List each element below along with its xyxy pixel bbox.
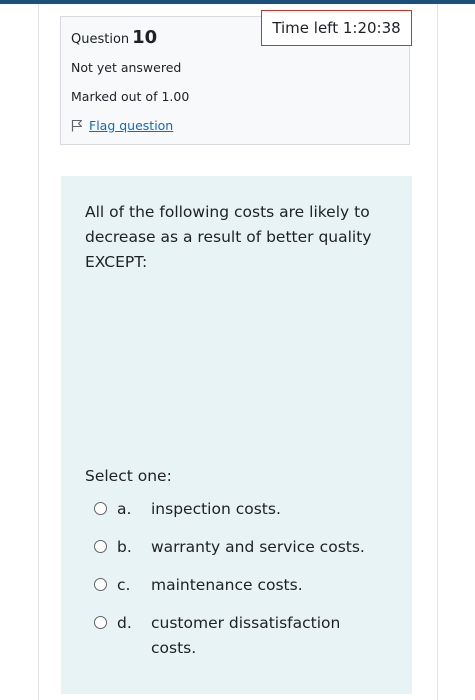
option-letter: c.	[117, 576, 131, 594]
option-letter: b.	[117, 538, 132, 556]
option-text: maintenance costs.	[151, 576, 303, 594]
question-number: Question 10	[71, 27, 157, 48]
radio-button[interactable]	[94, 540, 107, 553]
question-state: Not yet answered	[71, 60, 182, 75]
time-left-indicator: Time left 1:20:38	[261, 10, 412, 46]
radio-button[interactable]	[94, 578, 107, 591]
question-grade: Marked out of 1.00	[71, 89, 190, 104]
flag-outline-icon	[71, 119, 83, 132]
question-label: Question	[71, 32, 130, 47]
option-letter: d.	[117, 614, 132, 632]
question-content-box: All of the following costs are likely to…	[61, 176, 412, 694]
option-letter: a.	[117, 500, 132, 518]
option-text: warranty and service costs.	[151, 538, 365, 556]
radio-button[interactable]	[94, 502, 107, 515]
question-text: All of the following costs are likely to…	[85, 203, 372, 271]
flag-question-link[interactable]: Flag question	[71, 118, 173, 133]
radio-button[interactable]	[94, 616, 107, 629]
flag-question-label[interactable]: Flag question	[89, 118, 173, 133]
option-text: customer dissatisfaction costs.	[151, 614, 341, 657]
select-one-prompt: Select one:	[85, 467, 172, 485]
question-number-value: 10	[132, 27, 158, 48]
option-text: inspection costs.	[151, 500, 281, 518]
